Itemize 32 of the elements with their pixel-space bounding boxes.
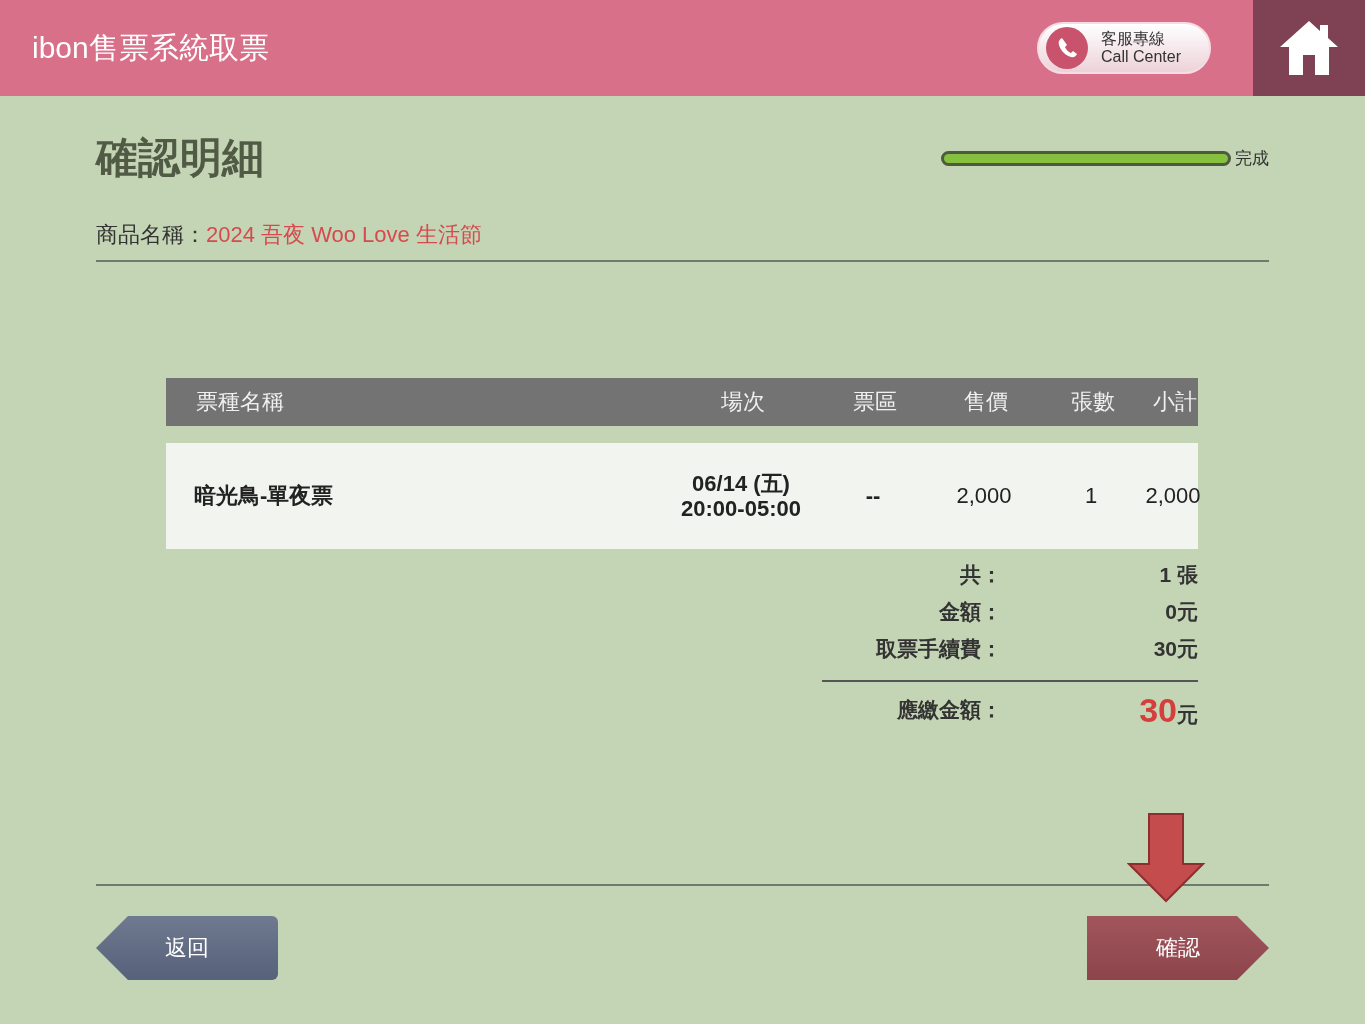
page-title: 確認明細	[96, 133, 264, 183]
column-header: 票種名稱	[196, 388, 284, 416]
table-cell: --	[865, 483, 881, 509]
column-header: 小計	[1153, 388, 1197, 416]
product-label: 商品名稱：	[96, 222, 206, 247]
progress-label: 完成	[1235, 147, 1269, 170]
phone-icon	[1045, 26, 1089, 70]
summary-value: 0元	[1164, 599, 1198, 625]
column-header: 張數	[1071, 388, 1115, 416]
column-header: 售價	[964, 388, 1008, 416]
summary-label: 取票手續費：	[875, 636, 1002, 662]
summary-value: 1 張	[1158, 562, 1198, 588]
app-title: ibon售票系統取票	[31, 29, 270, 66]
product-name: 2024 吾夜 Woo Love 生活節	[206, 222, 482, 247]
home-button[interactable]	[1253, 0, 1365, 96]
summary-label: 金額：	[938, 599, 1002, 625]
home-icon	[1278, 19, 1340, 77]
column-header: 票區	[853, 388, 897, 416]
table-cell: 06/14 (五) 20:00-05:00	[681, 471, 801, 521]
confirm-button[interactable]: 確認	[1087, 916, 1269, 980]
table-cell-text: 暗光鳥-單夜票	[194, 482, 334, 510]
table-cell: 2,000	[956, 483, 1012, 509]
table-cell: 2,000	[1145, 483, 1201, 509]
back-button[interactable]: 返回	[96, 916, 278, 980]
summary-value: 30元	[1152, 636, 1198, 662]
summary-label: 應繳金額：	[896, 697, 1002, 723]
call-center-button[interactable]: 客服專線 Call Center	[1037, 22, 1211, 74]
table-cell: 1	[1084, 483, 1098, 509]
column-header: 場次	[721, 388, 765, 416]
total-amount: 30元	[1138, 690, 1198, 730]
summary-label: 共：	[959, 562, 1002, 588]
down-arrow-icon	[1127, 812, 1207, 904]
